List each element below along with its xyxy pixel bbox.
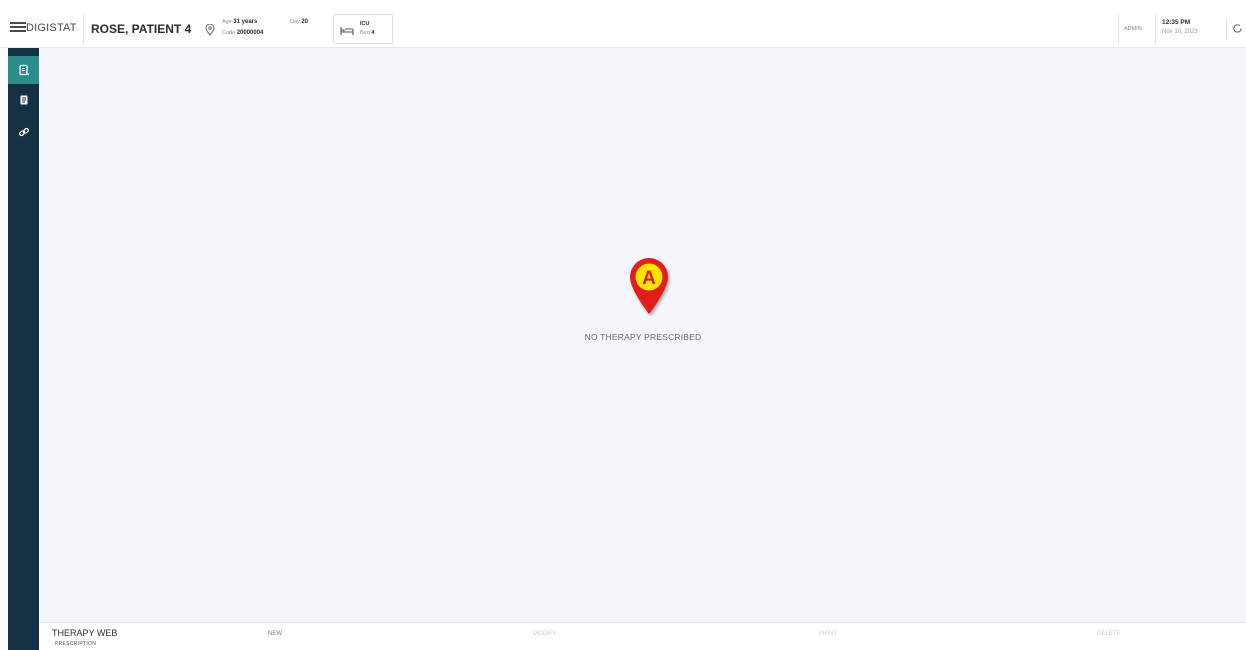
bed-label: Bed [360, 30, 370, 36]
age-label: Age [222, 19, 232, 25]
sidebar-item-links[interactable] [8, 118, 39, 146]
sidebar-item-documents[interactable] [8, 86, 39, 114]
sidebar [0, 48, 40, 650]
day-label: Day [290, 19, 300, 25]
patient-code: Code 20000004 [222, 30, 263, 36]
prescription-icon [18, 64, 29, 76]
main-content: A NO THERAPY PRESCRIBED [40, 48, 1246, 622]
ward-value: ICU [360, 21, 370, 27]
document-icon [20, 95, 27, 105]
link-icon [18, 127, 29, 137]
bed-icon [340, 27, 354, 35]
patient-age: Age 31 years [222, 19, 257, 25]
patient-name: ROSE, PATIENT 4 [91, 22, 192, 36]
patient-selector[interactable]: ROSE, PATIENT 4 [83, 14, 191, 44]
patient-day: Day 20 [290, 19, 308, 25]
annotation-marker-icon: A [630, 258, 668, 314]
user-name: ADMIN [1124, 26, 1142, 32]
header-bar: DIGISTAT ROSE, PATIENT 4 Age 31 years Da… [0, 0, 1246, 48]
app-title: DIGISTAT [26, 22, 77, 34]
clock-time: 12:35 PM [1162, 19, 1191, 26]
bed-value: 4 [371, 30, 375, 36]
user-button[interactable]: ADMIN [1118, 14, 1156, 44]
marker-label: A [642, 268, 656, 289]
empty-state-message: NO THERAPY PRESCRIBED [584, 332, 702, 342]
sidebar-item-prescription[interactable] [8, 56, 39, 84]
bed-info: ICU Bed 4 [360, 20, 374, 38]
bed-selector[interactable]: ICU Bed 4 [333, 14, 393, 44]
age-value: 31 years [233, 19, 258, 25]
new-button[interactable]: NEW [268, 631, 282, 637]
day-value: 20 [301, 19, 308, 25]
footer-bar: THERAPY WEB PRESCRIPTION NEW MODIFY PRIN… [40, 622, 1246, 650]
module-subtitle: PRESCRIPTION [55, 641, 97, 647]
module-title: THERAPY WEB [52, 628, 118, 638]
print-button[interactable]: PRINT [819, 631, 837, 637]
hamburger-menu-icon[interactable] [10, 22, 26, 32]
refresh-icon [1233, 24, 1242, 33]
header-actions-button[interactable] [1226, 18, 1246, 40]
delete-button[interactable]: DELETE [1097, 631, 1120, 637]
code-label: Code [222, 30, 236, 36]
modify-button[interactable]: MODIFY [533, 631, 556, 637]
code-value: 20000004 [236, 30, 264, 36]
clock-date: Nov 10, 2023 [1162, 29, 1198, 35]
location-pin-icon[interactable] [205, 24, 215, 36]
clock: 12:35 PM Nov 10, 2023 [1156, 14, 1224, 44]
